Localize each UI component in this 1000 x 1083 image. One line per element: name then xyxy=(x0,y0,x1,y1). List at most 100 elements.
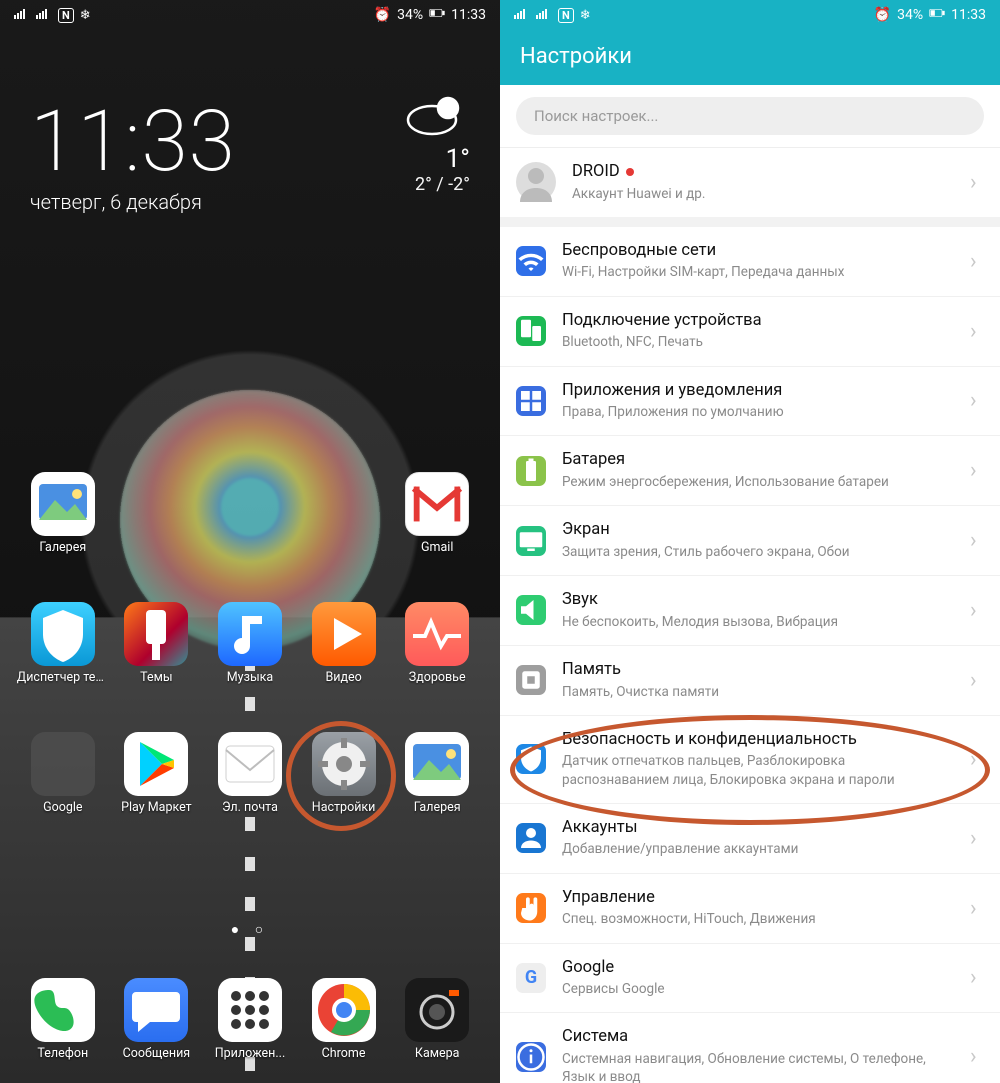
row-title: Батарея xyxy=(562,450,954,471)
memory-icon xyxy=(516,665,546,695)
row-title: Память xyxy=(562,660,954,681)
settings-row-system[interactable]: СистемаСистемная навигация, Обновление с… xyxy=(500,1013,1000,1083)
app-health[interactable]: Здоровье xyxy=(390,602,484,685)
app-label: Настройки xyxy=(312,800,376,815)
app-row: Google Play Маркет Эл. почта Настройки Г… xyxy=(0,732,500,815)
battery-text: 34% xyxy=(897,7,923,23)
info-icon xyxy=(516,1042,546,1072)
app-mail[interactable]: Эл. почта xyxy=(203,732,297,815)
play-store-icon xyxy=(124,732,188,796)
app-label: Gmail xyxy=(421,540,453,555)
app-themes[interactable]: Темы xyxy=(110,602,204,685)
page-indicator[interactable]: ● ○ xyxy=(0,921,500,938)
settings-row-accounts[interactable]: АккаунтыДобавление/управление аккаунтами… xyxy=(500,804,1000,874)
row-sub: Датчик отпечатков пальцев, Разблокировка… xyxy=(562,752,954,788)
row-sub: Память, Очистка памяти xyxy=(562,683,954,701)
chevron-right-icon: › xyxy=(970,388,984,413)
settings-list: Беспроводные сетиWi-Fi, Настройки SIM-ка… xyxy=(500,227,1000,1083)
status-bar[interactable]: N ❄ ⏰ 34% 11:33 xyxy=(0,0,500,30)
row-title: Беспроводные сети xyxy=(562,241,954,262)
app-gallery2[interactable]: Галерея xyxy=(390,732,484,815)
account-name: DROID xyxy=(572,162,954,183)
battery-icon xyxy=(929,5,945,25)
battery-text: 34% xyxy=(397,7,423,23)
gear-icon xyxy=(312,732,376,796)
chevron-right-icon: › xyxy=(970,249,984,274)
signal-icon xyxy=(36,5,52,25)
status-bar[interactable]: N ❄ ⏰ 34% 11:33 xyxy=(500,0,1000,30)
settings-row-account[interactable]: DROID Аккаунт Huawei и др. › xyxy=(500,148,1000,217)
wifi-icon xyxy=(516,246,546,276)
app-drawer[interactable]: Приложен... xyxy=(203,978,297,1061)
settings-row-display[interactable]: ЭкранЗащита зрения, Стиль рабочего экран… xyxy=(500,506,1000,576)
google-icon: G xyxy=(516,963,546,993)
apps-icon xyxy=(516,386,546,416)
row-title: Управление xyxy=(562,888,954,909)
app-video[interactable]: Видео xyxy=(297,602,391,685)
row-title: Аккаунты xyxy=(562,818,954,839)
app-camera[interactable]: Камера xyxy=(390,978,484,1061)
notification-dot-icon xyxy=(626,168,634,176)
app-settings[interactable]: Настройки xyxy=(297,732,391,815)
row-sub: Спец. возможности, HiTouch, Движения xyxy=(562,910,954,928)
gallery-icon xyxy=(31,472,95,536)
app-folder-google[interactable]: Google xyxy=(16,732,110,815)
settings-row-sound[interactable]: ЗвукНе беспокоить, Мелодия вызова, Вибра… xyxy=(500,576,1000,646)
chevron-right-icon: › xyxy=(970,319,984,344)
app-phone[interactable]: Телефон xyxy=(16,978,110,1061)
app-play[interactable]: Play Маркет xyxy=(110,732,204,815)
settings-row-google[interactable]: G GoogleСервисы Google › xyxy=(500,944,1000,1014)
row-title: Google xyxy=(562,958,954,979)
hand-icon xyxy=(516,893,546,923)
app-gallery[interactable]: Галерея xyxy=(16,472,110,555)
row-sub: Системная навигация, Обновление системы,… xyxy=(562,1050,954,1083)
brush-icon xyxy=(124,602,188,666)
settings-row-wireless[interactable]: Беспроводные сетиWi-Fi, Настройки SIM-ка… xyxy=(500,227,1000,297)
gallery-icon xyxy=(405,732,469,796)
settings-row-control[interactable]: УправлениеСпец. возможности, HiTouch, Дв… xyxy=(500,874,1000,944)
app-chrome[interactable]: Chrome xyxy=(297,978,391,1061)
app-label: Галерея xyxy=(39,540,86,555)
clock-text: 11:33 xyxy=(951,7,986,23)
app-row: Галерея Gmail xyxy=(0,472,500,555)
weather-hilo: 2° / -2° xyxy=(400,174,470,195)
chevron-right-icon: › xyxy=(970,458,984,483)
shield-icon xyxy=(31,602,95,666)
weather-widget[interactable]: 1° 2° / -2° xyxy=(400,90,470,195)
phone-icon xyxy=(31,978,95,1042)
search-wrapper: Поиск настроек... xyxy=(500,85,1000,147)
chevron-right-icon: › xyxy=(970,668,984,693)
app-label: Галерея xyxy=(414,800,461,815)
chevron-right-icon: › xyxy=(970,747,984,772)
app-label: Chrome xyxy=(322,1046,366,1061)
app-gmail[interactable]: Gmail xyxy=(390,472,484,555)
app-manager[interactable]: Диспетчер телефона xyxy=(16,602,110,685)
settings-row-memory[interactable]: Память Память, Очистка памяти › xyxy=(500,646,1000,716)
apps-grid-icon xyxy=(218,978,282,1042)
nfc-icon: N xyxy=(558,8,574,23)
folder-icon xyxy=(31,732,95,796)
settings-row-security[interactable]: Безопасность и конфиденциальностьДатчик … xyxy=(500,716,1000,804)
settings-row-apps[interactable]: Приложения и уведомленияПрава, Приложени… xyxy=(500,367,1000,437)
row-sub: Права, Приложения по умолчанию xyxy=(562,403,954,421)
row-sub: Wi-Fi, Настройки SIM-карт, Передача данн… xyxy=(562,263,954,281)
row-title: Подключение устройства xyxy=(562,311,954,332)
search-input[interactable]: Поиск настроек... xyxy=(516,97,984,135)
account-sub: Аккаунт Huawei и др. xyxy=(572,185,954,203)
app-label: Эл. почта xyxy=(222,800,278,815)
page-title: Настройки xyxy=(500,30,1000,85)
chevron-right-icon: › xyxy=(970,528,984,553)
row-sub: Сервисы Google xyxy=(562,980,954,998)
row-title: Экран xyxy=(562,520,954,541)
play-icon xyxy=(312,602,376,666)
messages-icon xyxy=(124,978,188,1042)
signal-icon xyxy=(536,5,552,25)
heart-icon xyxy=(405,602,469,666)
settings-row-battery[interactable]: БатареяРежим энергосбережения, Использов… xyxy=(500,436,1000,506)
settings-row-device[interactable]: Подключение устройстваBluetooth, NFC, Пе… xyxy=(500,297,1000,367)
app-messages[interactable]: Сообщения xyxy=(110,978,204,1061)
app-music[interactable]: Музыка xyxy=(203,602,297,685)
app-label: Камера xyxy=(415,1046,460,1061)
music-icon xyxy=(218,602,282,666)
gmail-icon xyxy=(405,472,469,536)
